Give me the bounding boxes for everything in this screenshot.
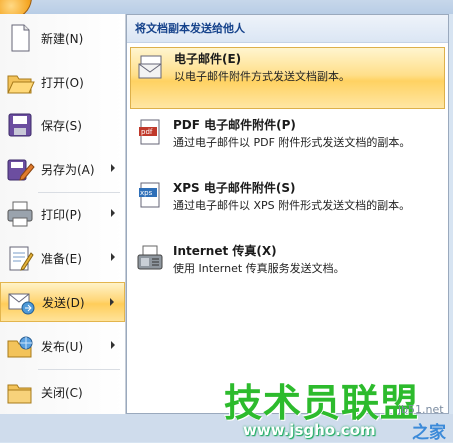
menu-item-open[interactable]: 打开(O) <box>0 62 125 102</box>
prepare-icon <box>5 243 35 273</box>
menu-separator <box>38 369 120 370</box>
menu-label-print: 打印(P) <box>41 207 82 222</box>
send-submenu: 将文档副本发送给他人 电子邮件(E) 以电子邮件附件方式发送文档副本。 pdf … <box>126 14 449 414</box>
menu-item-send[interactable]: 发送(D) <box>0 282 125 322</box>
submenu-item-email[interactable]: 电子邮件(E) 以电子邮件附件方式发送文档副本。 <box>130 47 445 109</box>
watermark-site: jb51.net <box>398 403 444 416</box>
office-menu-commands: 新建(N) 打开(O) 保存(S) 另存为(A) 打印(P) 准备(E) 发送(… <box>0 14 126 414</box>
pdf-email-icon: pdf <box>136 118 164 146</box>
watermark-main: 技术员联盟 <box>224 381 420 425</box>
menu-label-save-as: 另存为(A) <box>41 162 95 177</box>
publish-icon <box>5 331 35 361</box>
menu-item-save-as[interactable]: 另存为(A) <box>0 149 125 189</box>
submenu-arrow-icon <box>110 298 114 306</box>
menu-item-close[interactable]: 关闭(C) <box>0 372 125 412</box>
submenu-item-title: PDF 电子邮件附件(P) <box>173 118 296 132</box>
menu-label-close: 关闭(C) <box>41 385 83 400</box>
title-strip <box>0 0 453 20</box>
svg-text:xps: xps <box>140 189 153 197</box>
submenu-item-desc: 使用 Internet 传真服务发送文档。 <box>173 262 345 275</box>
new-document-icon <box>5 23 35 53</box>
submenu-item-desc: 通过电子邮件以 PDF 附件形式发送文档的副本。 <box>173 136 411 149</box>
submenu-item-title: XPS 电子邮件附件(S) <box>173 181 296 195</box>
submenu-item-xps-email[interactable]: xps XPS 电子邮件附件(S) 通过电子邮件以 XPS 附件形式发送文档的副… <box>130 177 445 233</box>
svg-text:pdf: pdf <box>141 128 153 136</box>
menu-separator <box>38 192 120 193</box>
submenu-item-title: 电子邮件(E) <box>174 52 242 66</box>
fax-icon <box>136 244 164 272</box>
menu-item-save[interactable]: 保存(S) <box>0 105 125 145</box>
email-icon <box>137 52 165 80</box>
printer-icon <box>5 199 35 229</box>
menu-item-prepare[interactable]: 准备(E) <box>0 238 125 278</box>
submenu-item-internet-fax[interactable]: Internet 传真(X) 使用 Internet 传真服务发送文档。 <box>130 240 445 282</box>
menu-item-publish[interactable]: 发布(U) <box>0 326 125 366</box>
submenu-item-title: Internet 传真(X) <box>173 244 277 258</box>
xps-email-icon: xps <box>136 181 164 209</box>
submenu-arrow-icon <box>111 164 115 172</box>
submenu-item-desc: 通过电子邮件以 XPS 附件形式发送文档的副本。 <box>173 199 411 212</box>
menu-label-new: 新建(N) <box>41 31 84 46</box>
watermark-suffix: 之家 <box>412 423 446 443</box>
menu-item-print[interactable]: 打印(P) <box>0 194 125 234</box>
menu-label-open: 打开(O) <box>41 75 84 90</box>
open-folder-icon <box>5 67 35 97</box>
menu-label-publish: 发布(U) <box>41 339 84 354</box>
menu-label-send: 发送(D) <box>42 295 85 310</box>
menu-label-save: 保存(S) <box>41 118 82 133</box>
submenu-item-desc: 以电子邮件附件方式发送文档副本。 <box>174 70 350 83</box>
menu-item-new[interactable]: 新建(N) <box>0 18 125 58</box>
submenu-arrow-icon <box>111 341 115 349</box>
submenu-arrow-icon <box>111 209 115 217</box>
send-icon <box>6 287 36 317</box>
menu-label-prepare: 准备(E) <box>41 251 82 266</box>
watermark-url: www.jsgho.com <box>243 421 376 439</box>
save-disk-icon <box>5 110 35 140</box>
close-folder-icon <box>5 377 35 407</box>
submenu-header: 将文档副本发送给他人 <box>127 15 448 43</box>
submenu-item-pdf-email[interactable]: pdf PDF 电子邮件附件(P) 通过电子邮件以 PDF 附件形式发送文档的副… <box>130 114 445 170</box>
save-as-icon <box>5 154 35 184</box>
submenu-arrow-icon <box>111 253 115 261</box>
